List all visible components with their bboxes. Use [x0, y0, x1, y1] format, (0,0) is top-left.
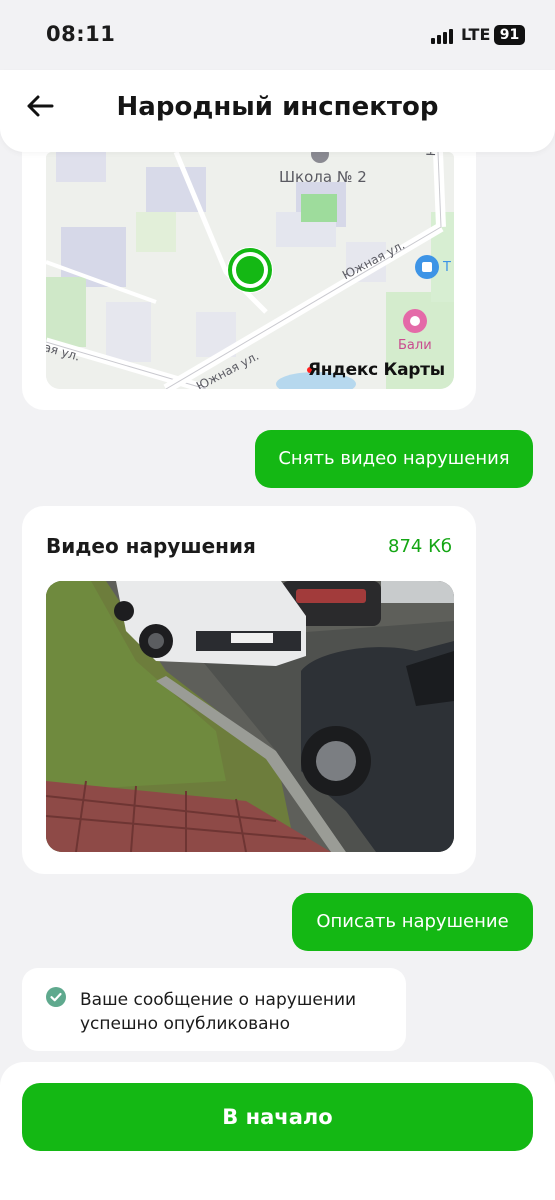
map-label-school: Школа № 2 — [279, 168, 367, 186]
status-time: 08:11 — [46, 22, 116, 46]
network-type: LTE — [461, 25, 491, 44]
battery-icon: 91 — [494, 25, 525, 45]
home-button[interactable]: В начало — [22, 1083, 533, 1151]
location-map[interactable]: Школа № 2 Юж Южная ул. Южная ул. ая ул. … — [46, 152, 454, 389]
check-circle-icon — [46, 987, 66, 1007]
map-brand-logo: Яндекс Карты — [308, 360, 445, 380]
violation-video-thumbnail[interactable] — [46, 581, 454, 852]
describe-violation-button[interactable]: Описать нарушение — [292, 893, 533, 951]
success-message: Ваше сообщение о нарушении успешно опубл… — [22, 968, 406, 1051]
map-label-bali: Бали — [398, 338, 432, 353]
video-card: Видео нарушения 874 Кб — [22, 506, 476, 874]
video-size: 874 Кб — [388, 536, 452, 557]
success-message-text: Ваше сообщение о нарушении успешно опубл… — [80, 990, 357, 1034]
record-video-button[interactable]: Снять видео нарушения — [255, 430, 533, 488]
status-bar: 08:11 LTE 91 — [0, 0, 555, 70]
map-card: Школа № 2 Юж Южная ул. Южная ул. ая ул. … — [22, 120, 476, 410]
map-label-poi-t: Т — [443, 260, 451, 275]
app-header: Народный инспектор — [0, 70, 555, 152]
page-title: Народный инспектор — [116, 92, 439, 122]
map-label-street-top: Юж — [424, 152, 439, 156]
signal-icon — [431, 28, 455, 44]
video-label: Видео нарушения — [46, 534, 256, 558]
